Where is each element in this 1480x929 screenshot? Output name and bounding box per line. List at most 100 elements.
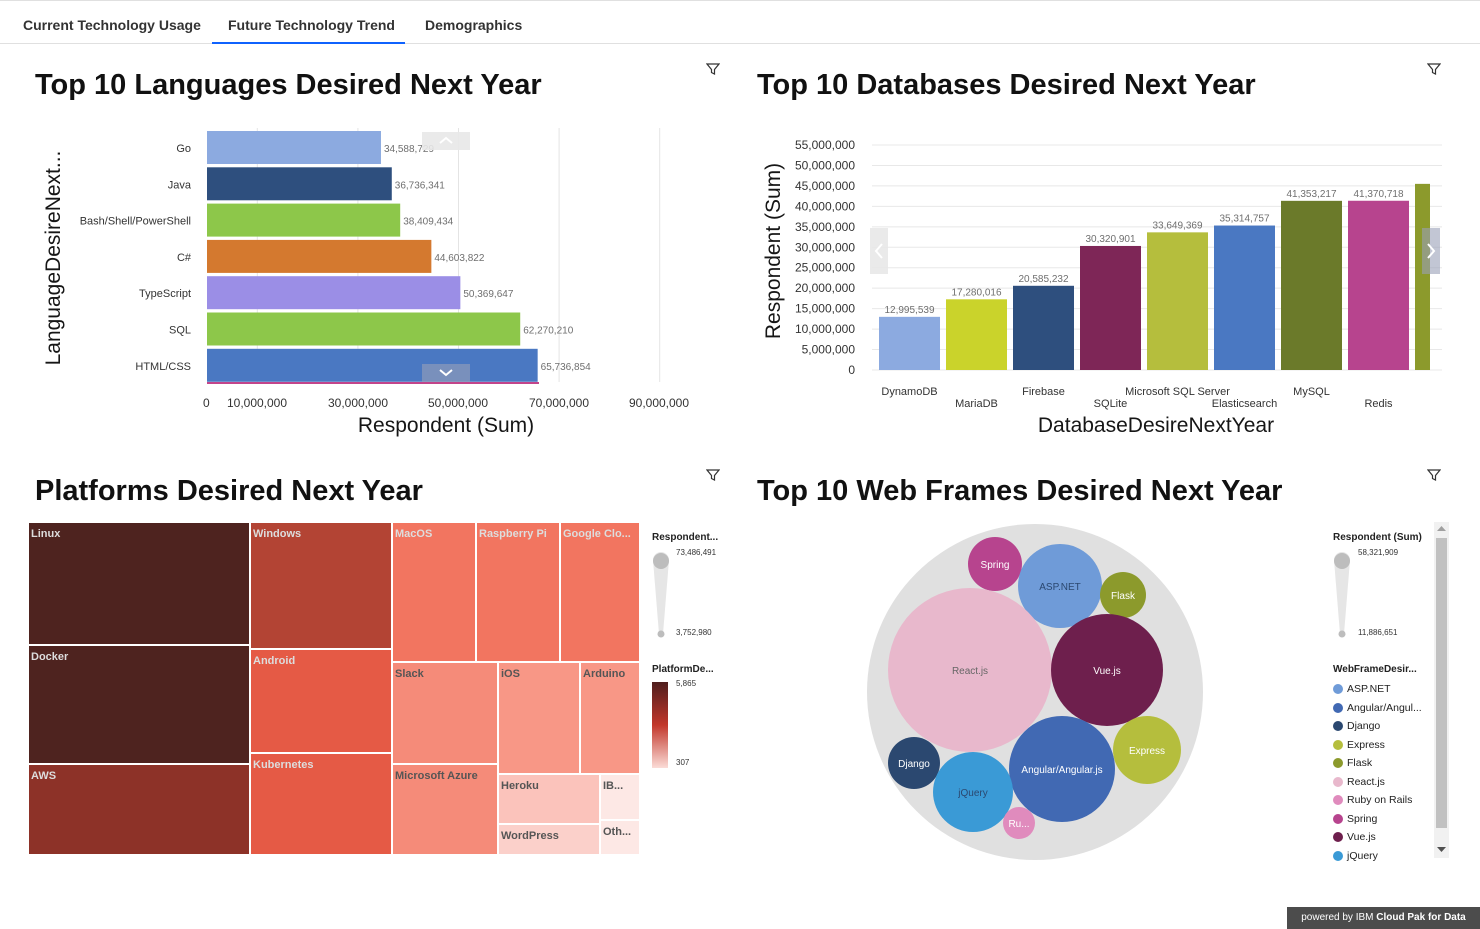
bar[interactable]	[207, 276, 461, 310]
bar[interactable]	[207, 348, 538, 382]
treemap-cell[interactable]	[28, 764, 250, 855]
treemap-cell[interactable]	[476, 522, 560, 662]
bar[interactable]	[946, 299, 1007, 370]
bubble-legend: Respondent (Sum) 58,321,909 11,886,651 W…	[1333, 532, 1433, 862]
legend-item[interactable]: ASP.NET	[1333, 680, 1422, 699]
legend-label: Flask	[1347, 757, 1373, 770]
bar[interactable]	[1013, 285, 1074, 370]
legend-list: ASP.NET Angular/Angul... Django Express Flas…	[1333, 680, 1422, 865]
data-label: 50,369,647	[463, 289, 513, 300]
legend-color-title: PlatformDe...	[652, 664, 714, 675]
bar[interactable]	[1281, 200, 1342, 370]
legend-swatch	[1333, 739, 1343, 750]
legend-item[interactable]: jQuery	[1333, 847, 1422, 866]
legend-scrollbar[interactable]	[1434, 522, 1449, 858]
bar[interactable]	[1214, 225, 1275, 370]
legend-item[interactable]: Ruby on Rails	[1333, 791, 1422, 810]
legend-size-max: 73,486,491	[676, 548, 717, 557]
tick-label: HTML/CSS	[135, 361, 191, 373]
bar[interactable]	[1147, 232, 1208, 370]
scroll-up-arrow-icon[interactable]	[1437, 526, 1446, 532]
filter-icon[interactable]	[706, 468, 720, 482]
tick-label: 35,000,000	[795, 220, 855, 234]
tick-label: 55,000,000	[795, 138, 855, 152]
filter-icon[interactable]	[706, 62, 720, 76]
bar[interactable]	[207, 131, 381, 164]
tick-label: 40,000,000	[795, 199, 855, 213]
tick-label: 0	[848, 363, 855, 377]
legend-color-min: 307	[676, 758, 690, 767]
legend-label: Django	[1347, 720, 1381, 733]
legend-swatch	[1333, 702, 1343, 713]
legend-label: Ruby on Rails	[1347, 794, 1413, 807]
bar[interactable]	[207, 167, 392, 201]
legend-size-title: Respondent...	[652, 532, 719, 543]
treemap-cell[interactable]	[28, 645, 250, 764]
data-label: 44,603,822	[434, 253, 484, 264]
legend-size-title: Respondent (Sum)	[1333, 532, 1422, 543]
tab-current-technology-usage[interactable]: Current Technology Usage	[23, 17, 201, 33]
color-scale-bar	[652, 682, 668, 768]
legend-item[interactable]: Flask	[1333, 754, 1422, 773]
legend-item[interactable]: Spring	[1333, 810, 1422, 829]
bubble-label: jQuery	[957, 788, 987, 799]
filter-icon[interactable]	[1427, 468, 1441, 482]
footer-prefix: powered by IBM	[1301, 912, 1377, 923]
tick-label: 30,000,000	[328, 396, 388, 410]
tab-demographics[interactable]: Demographics	[425, 17, 522, 33]
legend-title: WebFrameDesir...	[1333, 664, 1417, 675]
tick-label: 15,000,000	[795, 302, 855, 316]
tick-label: DynamoDB	[881, 386, 937, 398]
bar[interactable]	[207, 382, 539, 384]
bar[interactable]	[879, 316, 940, 370]
legend-size-max: 58,321,909	[1358, 548, 1399, 557]
data-label: 20,585,232	[1018, 274, 1068, 285]
scrollbar-thumb[interactable]	[1436, 538, 1447, 828]
legend-label: ASP.NET	[1347, 683, 1391, 696]
legend-item[interactable]: Express	[1333, 736, 1422, 755]
treemap-cell[interactable]	[392, 522, 476, 662]
bubble-label: Ru...	[1008, 819, 1029, 830]
scroll-right-button[interactable]	[1422, 228, 1440, 274]
bar[interactable]	[207, 203, 401, 237]
legend-item[interactable]: Django	[1333, 717, 1422, 736]
legend-label: Express	[1347, 738, 1385, 751]
tick-label: 50,000,000	[795, 158, 855, 172]
treemap-label: AWS	[31, 770, 56, 782]
legend-item[interactable]: Vue.js	[1333, 828, 1422, 847]
size-legend-shape	[1334, 552, 1350, 638]
tick-label: Java	[168, 179, 192, 191]
bar[interactable]	[1348, 200, 1409, 370]
legend-swatch	[1333, 758, 1343, 769]
x-axis-title: DatabaseDesireNextYear	[1038, 414, 1274, 437]
scroll-up-button[interactable]	[422, 132, 470, 150]
legend-item[interactable]: Angular/Angul...	[1333, 699, 1422, 718]
legend-item[interactable]: React.js	[1333, 773, 1422, 792]
filter-icon[interactable]	[1427, 62, 1441, 76]
bubble-label: Spring	[981, 560, 1010, 571]
powered-by-badge: powered by IBM Cloud Pak for Data	[1287, 907, 1480, 929]
bubble-label: React.js	[952, 666, 988, 677]
bar[interactable]	[207, 312, 521, 346]
bar[interactable]	[207, 239, 432, 273]
treemap-cell[interactable]	[560, 522, 640, 662]
tick-label: Firebase	[1022, 386, 1065, 398]
scroll-down-arrow-icon[interactable]	[1437, 847, 1446, 853]
treemap-label: Oth...	[603, 826, 631, 838]
size-legend-shape	[653, 552, 669, 638]
bar[interactable]	[1080, 245, 1141, 370]
tick-label: 0	[203, 396, 210, 410]
bar[interactable]	[1415, 183, 1430, 370]
scroll-left-button[interactable]	[870, 228, 888, 274]
tick-label: 25,000,000	[795, 261, 855, 275]
treemap-cell[interactable]	[250, 522, 392, 649]
databases-chart-title: Top 10 Databases Desired Next Year	[757, 69, 1256, 101]
treemap-label: Raspberry Pi	[479, 528, 547, 540]
treemap-label: iOS	[501, 668, 520, 680]
bubble-label: Flask	[1111, 591, 1136, 602]
scroll-down-button[interactable]	[422, 364, 470, 382]
tick-label: C#	[177, 252, 192, 264]
treemap-cell[interactable]	[28, 522, 250, 645]
tab-future-technology-trend[interactable]: Future Technology Trend	[228, 17, 395, 33]
languages-chart-title: Top 10 Languages Desired Next Year	[35, 69, 542, 101]
